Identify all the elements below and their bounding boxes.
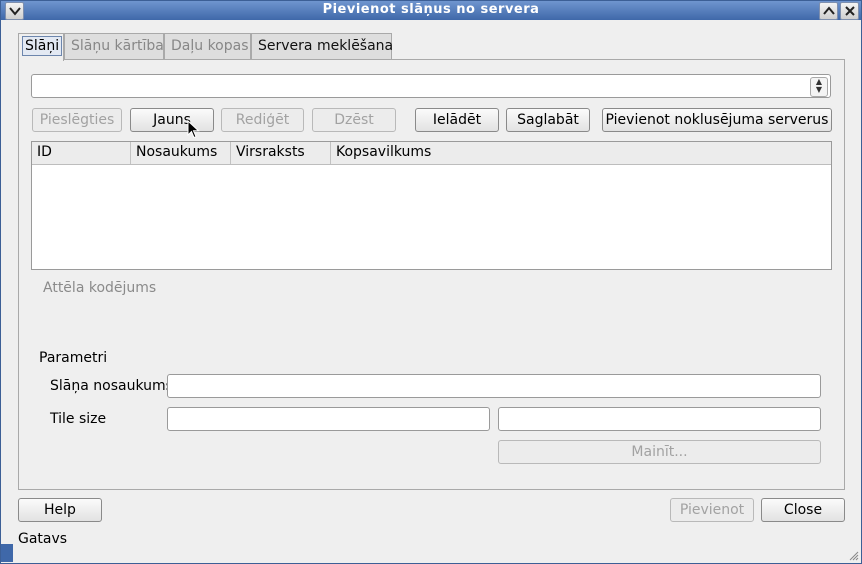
mouse-cursor-icon	[187, 120, 200, 139]
tile-size-label: Tile size	[50, 411, 107, 427]
tab-layer-order[interactable]: Slāņu kārtība	[64, 33, 164, 59]
tab-layers[interactable]: Slāņi	[18, 33, 64, 61]
delete-button[interactable]: Dzēst	[312, 108, 396, 132]
layer-name-label: Slāņa nosaukums	[50, 378, 173, 394]
tab-server-search[interactable]: Servera meklēšana	[251, 33, 393, 59]
dialog-window: Pievienot slāņus no servera Slāņi Slāņu …	[0, 0, 862, 564]
help-button[interactable]: Help	[18, 498, 102, 522]
parameters-title: Parametri	[39, 350, 108, 366]
layer-name-input[interactable]	[167, 374, 821, 398]
window-title: Pievienot slāņus no servera	[322, 2, 540, 17]
close-window-icon[interactable]	[840, 2, 859, 20]
add-default-servers-button[interactable]: Pievienot noklusējuma serverus	[602, 108, 832, 132]
add-button[interactable]: Pievienot	[670, 498, 754, 522]
combo-updown-icon[interactable]: ▲ ▼	[810, 77, 828, 97]
title-bar[interactable]: Pievienot slāņus no servera	[1, 1, 861, 20]
change-button[interactable]: Mainīt...	[498, 440, 821, 464]
edit-button[interactable]: Rediģēt	[221, 108, 304, 132]
server-select[interactable]: ▲ ▼	[31, 74, 831, 98]
resize-grip-icon[interactable]	[849, 551, 859, 561]
tile-width-input[interactable]	[167, 407, 490, 431]
layers-table[interactable]: ID Nosaukums Virsraksts Kopsavilkums	[31, 141, 832, 270]
column-name[interactable]: Nosaukums	[131, 142, 231, 164]
tab-layers-label: Slāņi	[22, 36, 63, 56]
image-encoding-label: Attēla kodējums	[43, 280, 157, 296]
tile-height-input[interactable]	[498, 407, 821, 431]
column-title[interactable]: Virsraksts	[231, 142, 331, 164]
layers-panel: ▲ ▼ Pieslēgties Jauns Rediģēt Dzēst Ielād…	[18, 59, 845, 490]
column-abstract[interactable]: Kopsavilkums	[331, 142, 831, 164]
connect-button[interactable]: Pieslēgties	[32, 108, 122, 132]
tab-tilesets[interactable]: Daļu kopas	[164, 33, 251, 59]
new-button[interactable]: Jauns	[130, 108, 214, 132]
close-button[interactable]: Close	[761, 498, 845, 522]
load-button[interactable]: Ielādēt	[415, 108, 499, 132]
window-corner	[1, 544, 13, 562]
save-button[interactable]: Saglabāt	[506, 108, 590, 132]
status-bar: Gatavs	[18, 531, 68, 547]
maximize-icon[interactable]	[819, 2, 838, 20]
column-id[interactable]: ID	[32, 142, 131, 164]
table-header: ID Nosaukums Virsraksts Kopsavilkums	[32, 142, 831, 165]
